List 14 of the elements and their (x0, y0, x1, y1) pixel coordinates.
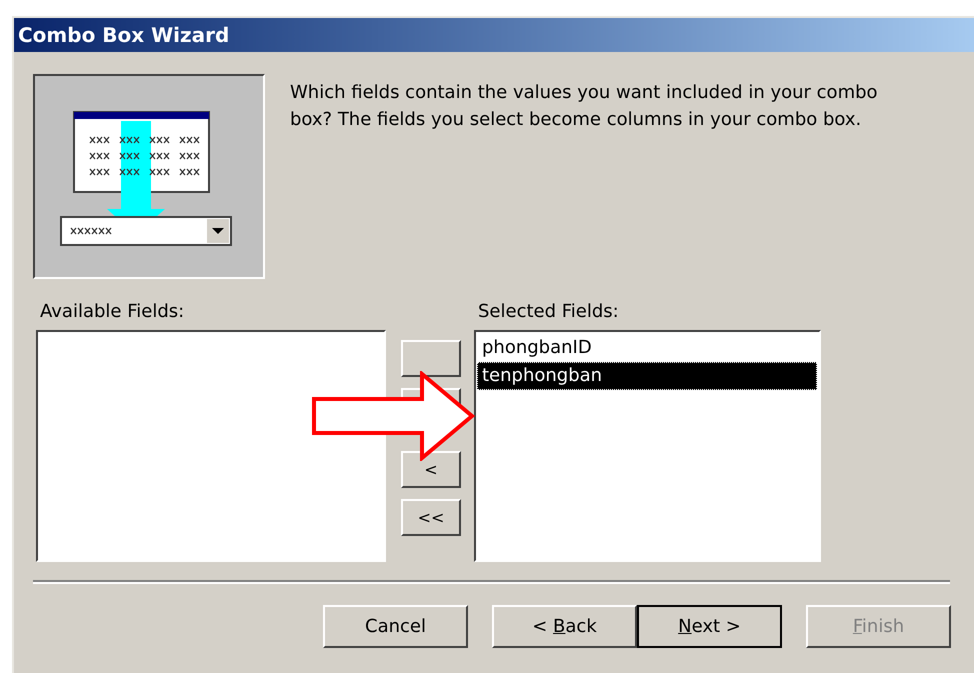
field-label: Available Fields: (40, 300, 184, 324)
move-button[interactable]: < (401, 451, 461, 488)
wizard-button[interactable]: Cancel (323, 605, 468, 648)
list-item[interactable]: phongbanID (477, 334, 817, 362)
field-label: Selected Fields: (478, 300, 619, 324)
window-title: Combo Box Wizard (14, 18, 974, 52)
move-button[interactable] (401, 340, 461, 377)
available-fields-list[interactable] (36, 330, 386, 562)
prompt-text: Which fields contain the values you want included in your combo box? The fields you select become columns in your combo box. (290, 81, 879, 132)
wizard-button[interactable]: Next > (637, 605, 782, 648)
selected-fields-list[interactable]: phongbanID tenphongban (474, 330, 821, 562)
move-button[interactable]: << (401, 499, 461, 536)
list-item[interactable]: tenphongban (477, 362, 817, 390)
wizard-button[interactable]: < Back (492, 605, 637, 648)
